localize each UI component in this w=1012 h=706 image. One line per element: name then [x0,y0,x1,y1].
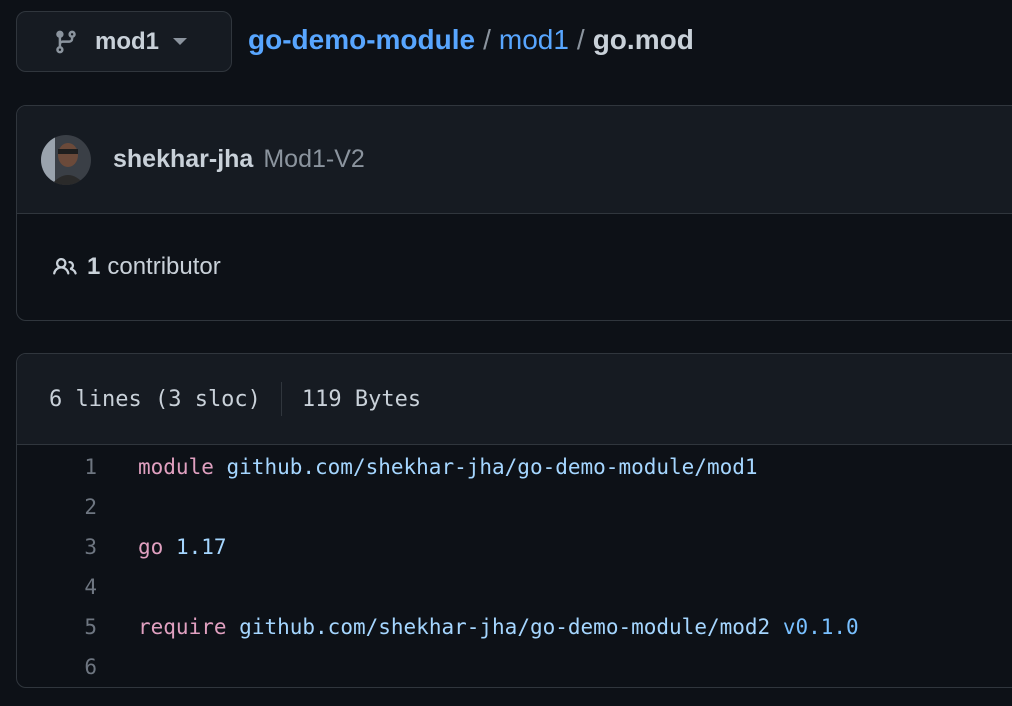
code-body: 1 module github.com/shekhar-jha/go-demo-… [17,445,1012,687]
line-content: module github.com/shekhar-jha/go-demo-mo… [97,455,758,479]
line-number[interactable]: 4 [17,575,97,599]
file-info-bar: 6 lines (3 sloc) 119 Bytes [17,354,1012,445]
divider [280,382,282,416]
branch-name: mod1 [95,27,160,55]
breadcrumb: go-demo-module / mod1 / go.mod [248,24,694,56]
line-number[interactable]: 6 [17,655,97,679]
code-line: 3 go 1.17 [17,527,1012,567]
chevron-down-icon [173,38,188,45]
line-number[interactable]: 3 [17,535,97,559]
contributors-row[interactable]: 1 contributor [17,214,1012,320]
file-line-count: 6 lines (3 sloc) [49,386,261,412]
commit-author-link[interactable]: shekhar-jha [113,145,253,174]
code-keyword: go [138,535,164,559]
breadcrumb-separator: / [483,24,491,55]
file-size: 119 Bytes [301,386,422,412]
contributor-label: contributor [107,253,221,280]
commit-header: shekhar-jha Mod1-V2 [17,106,1012,214]
code-keyword: require [138,615,227,639]
code-path: github.com/shekhar-jha/go-demo-module/mo… [239,615,771,639]
breadcrumb-current-file: go.mod [592,24,694,55]
code-version: v0.1.0 [782,615,859,639]
git-branch-icon [56,30,76,53]
commit-message-link[interactable]: Mod1-V2 [263,145,364,174]
people-icon [53,257,77,275]
code-path: github.com/shekhar-jha/go-demo-module/mo… [226,455,758,479]
branch-select-button[interactable]: mod1 [16,11,232,72]
line-number[interactable]: 5 [17,615,97,639]
code-line: 2 [17,487,1012,527]
code-keyword: module [138,455,214,479]
latest-commit-box: shekhar-jha Mod1-V2 1 contributor [16,105,1012,321]
line-number[interactable]: 1 [17,455,97,479]
avatar[interactable] [41,134,91,185]
breadcrumb-folder-link[interactable]: mod1 [499,24,569,56]
page: mod1 go-demo-module / mod1 / go.mod shek… [0,0,1012,706]
breadcrumb-separator: / [576,24,585,55]
contributor-count: 1 [87,253,101,280]
avatar-image [41,134,91,185]
code-line: 1 module github.com/shekhar-jha/go-demo-… [17,447,1012,487]
code-line: 5 require github.com/shekhar-jha/go-demo… [17,607,1012,647]
line-content: go 1.17 [97,535,227,559]
line-number[interactable]: 2 [17,495,97,519]
line-content: require github.com/shekhar-jha/go-demo-m… [97,615,859,639]
code-version-number: 1.17 [175,535,227,559]
file-viewer: 6 lines (3 sloc) 119 Bytes 1 module gith… [16,353,1012,688]
breadcrumb-repo-link[interactable]: go-demo-module [248,24,475,56]
code-line: 4 [17,567,1012,607]
code-line: 6 [17,647,1012,687]
